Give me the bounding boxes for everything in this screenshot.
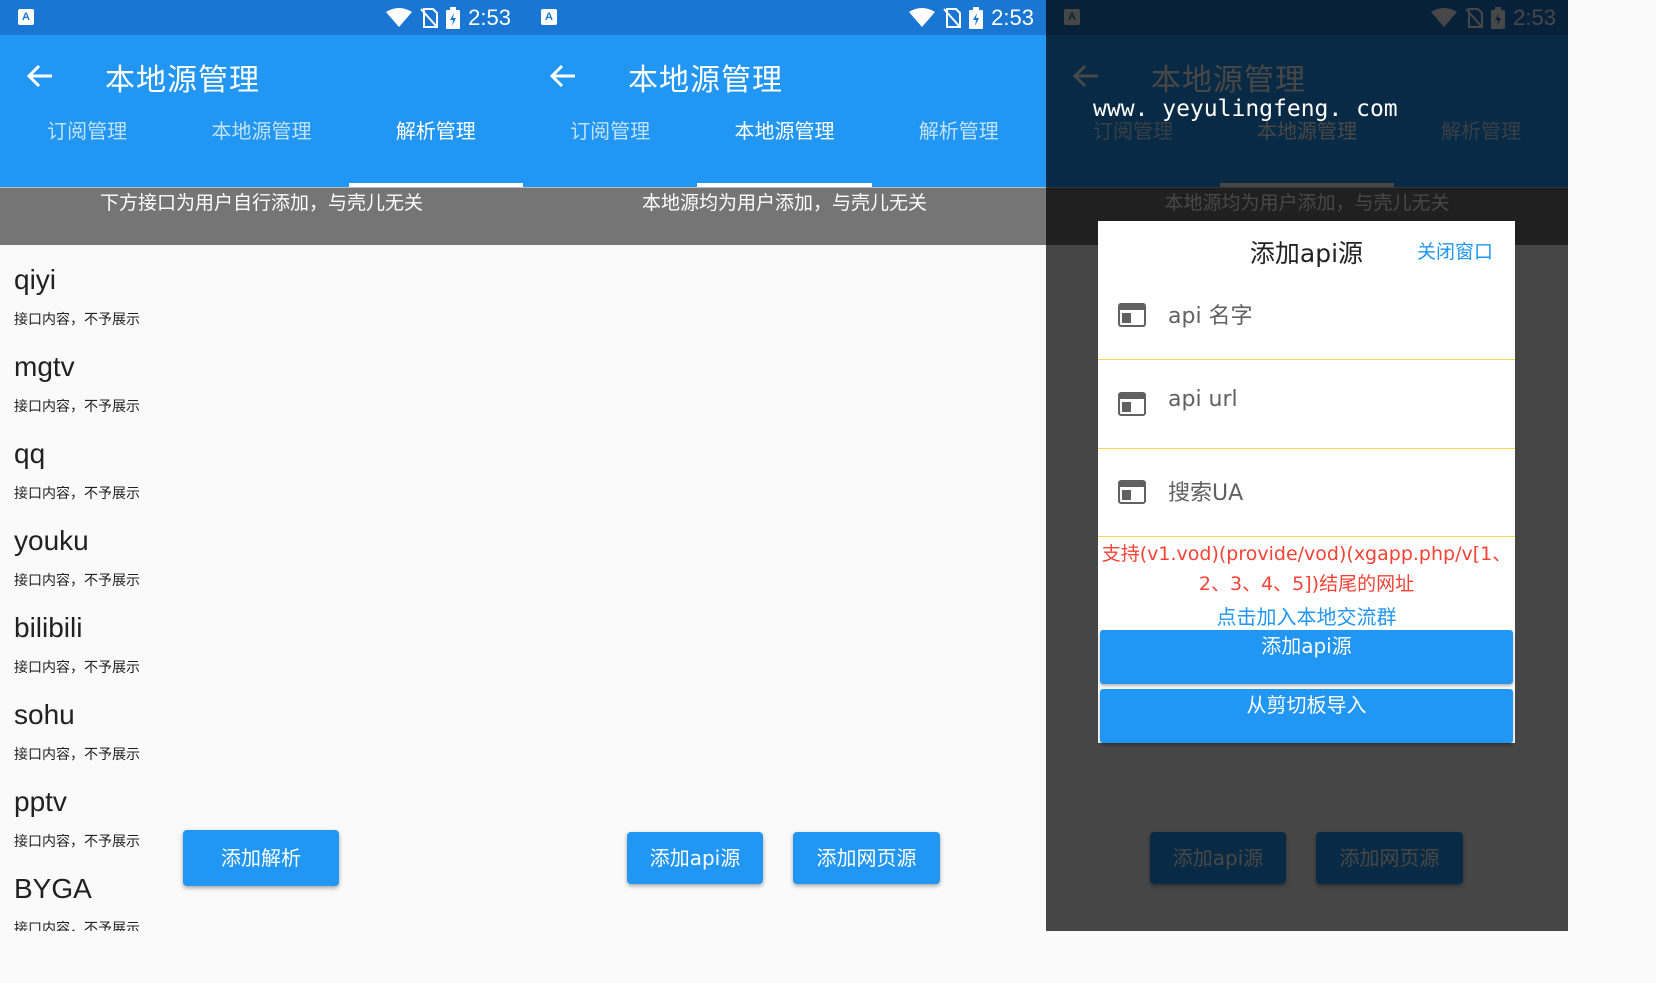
support-hint-line1: 支持(v1.vod)(provide/vod)(xgapp.php/v[1、 <box>1101 543 1512 565</box>
page-title: 本地源管理 <box>105 63 260 98</box>
app-badge-icon: A <box>541 9 557 25</box>
web-asset-icon <box>1118 480 1146 504</box>
add-api-source-button[interactable]: 添加api源 <box>627 832 763 884</box>
item-name: pptv <box>14 786 67 817</box>
tab-bar: 订阅管理 本地源管理 解析管理 <box>0 115 523 188</box>
close-dialog-button[interactable]: 关闭窗口 <box>1417 237 1493 264</box>
item-name: mgtv <box>14 351 75 382</box>
import-from-clipboard-button[interactable]: 从剪切板导入 <box>1100 689 1513 743</box>
add-parse-button[interactable]: 添加解析 <box>183 830 339 886</box>
back-arrow-icon[interactable] <box>549 62 577 90</box>
list-item[interactable]: mgtv 接口内容，不予展示 <box>0 333 523 420</box>
app-bar: 本地源管理 <box>0 35 523 115</box>
back-arrow-icon[interactable] <box>26 62 54 90</box>
panel-parse-management: A 2:53 本地源管理 订阅管理 本地源管理 解析管理 下方接口为用户自行添加… <box>0 0 523 931</box>
no-sim-icon <box>420 8 439 28</box>
screenshot-stage: A 2:53 本地源管理 订阅管理 本地源管理 解析管理 下方接口为用户自行添加… <box>0 0 1568 931</box>
tab-parse[interactable]: 解析管理 <box>872 115 1046 187</box>
panel-local-source: A 2:53 本地源管理 订阅管理 本地源管理 解析管理 本地源均为用户添加，与… <box>523 0 1046 931</box>
item-desc: 接口内容，不予展示 <box>14 486 140 502</box>
tab-subscription[interactable]: 订阅管理 <box>523 115 697 187</box>
watermark-text: www. yeyulingfeng. com <box>1093 96 1398 122</box>
web-asset-icon <box>1118 392 1146 416</box>
tab-local-source[interactable]: 本地源管理 <box>174 115 348 187</box>
notice-banner: 本地源均为用户添加，与壳儿无关 <box>523 188 1046 245</box>
status-icons: 2:53 <box>909 6 1034 30</box>
list-item[interactable]: qq 接口内容，不予展示 <box>0 420 523 507</box>
item-desc: 接口内容，不予展示 <box>14 834 140 850</box>
wifi-icon <box>909 8 936 27</box>
parse-list: qiyi 接口内容，不予展示 mgtv 接口内容，不予展示 qq 接口内容，不予展示 … <box>0 246 523 931</box>
status-bar: A 2:53 <box>0 0 523 35</box>
clock: 2:53 <box>468 5 511 30</box>
tab-local-source[interactable]: 本地源管理 <box>697 115 872 187</box>
item-name: qq <box>14 438 46 469</box>
list-item[interactable]: bilibili 接口内容，不予展示 <box>0 594 523 681</box>
list-item[interactable]: youku 接口内容，不予展示 <box>0 507 523 594</box>
no-sim-icon <box>943 8 962 28</box>
item-desc: 接口内容，不予展示 <box>14 573 140 589</box>
status-bar: A 2:53 <box>523 0 1046 35</box>
web-asset-icon <box>1118 303 1146 327</box>
battery-charging-icon <box>969 7 984 29</box>
item-name: BYGA <box>14 873 92 904</box>
battery-charging-icon <box>446 7 461 29</box>
item-name: qiyi <box>14 264 57 295</box>
page-title: 本地源管理 <box>628 63 783 98</box>
app-badge-icon: A <box>18 9 34 25</box>
api-name-placeholder: api 名字 <box>1168 304 1253 329</box>
panel-add-api-dialog: A 2:53 本地源管理 订阅管理 本地源管理 解析管理 本地源均为用户添加，与… <box>1046 0 1568 931</box>
tab-bar: 订阅管理 本地源管理 解析管理 <box>523 115 1046 188</box>
status-icons: 2:53 <box>386 6 511 30</box>
api-url-placeholder: api url <box>1168 387 1238 412</box>
add-api-dialog: 添加api源 关闭窗口 api 名字 api url 搜索UA 支持(v1.vo… <box>1098 221 1515 743</box>
item-desc: 接口内容，不予展示 <box>14 660 140 676</box>
notice-banner: 下方接口为用户自行添加，与壳儿无关 <box>0 188 523 245</box>
list-item[interactable]: qiyi 接口内容，不予展示 <box>0 246 523 333</box>
item-name: youku <box>14 525 89 556</box>
app-bar: 本地源管理 <box>523 35 1046 115</box>
search-ua-field[interactable]: 搜索UA <box>1098 448 1515 537</box>
tab-subscription[interactable]: 订阅管理 <box>0 115 174 187</box>
add-web-source-button[interactable]: 添加网页源 <box>793 832 940 884</box>
api-url-field[interactable]: api url <box>1098 360 1515 449</box>
item-name: bilibili <box>14 612 83 643</box>
support-hint: 支持(v1.vod)(provide/vod)(xgapp.php/v[1、 2… <box>1098 539 1515 599</box>
item-desc: 接口内容，不予展示 <box>14 312 140 328</box>
search-ua-placeholder: 搜索UA <box>1168 481 1244 506</box>
wifi-icon <box>386 8 413 27</box>
dialog-add-api-button[interactable]: 添加api源 <box>1100 630 1513 684</box>
item-name: sohu <box>14 699 75 730</box>
item-desc: 接口内容，不予展示 <box>14 399 140 415</box>
support-hint-line2: 2、3、4、5])结尾的网址 <box>1198 573 1415 595</box>
item-desc: 接口内容，不予展示 <box>14 747 140 763</box>
api-name-field[interactable]: api 名字 <box>1098 271 1515 360</box>
list-item[interactable]: sohu 接口内容，不予展示 <box>0 681 523 768</box>
join-group-link[interactable]: 点击加入本地交流群 <box>1098 601 1515 630</box>
item-desc: 接口内容，不予展示 <box>14 921 140 931</box>
clock: 2:53 <box>991 5 1034 30</box>
tab-parse[interactable]: 解析管理 <box>348 115 523 187</box>
